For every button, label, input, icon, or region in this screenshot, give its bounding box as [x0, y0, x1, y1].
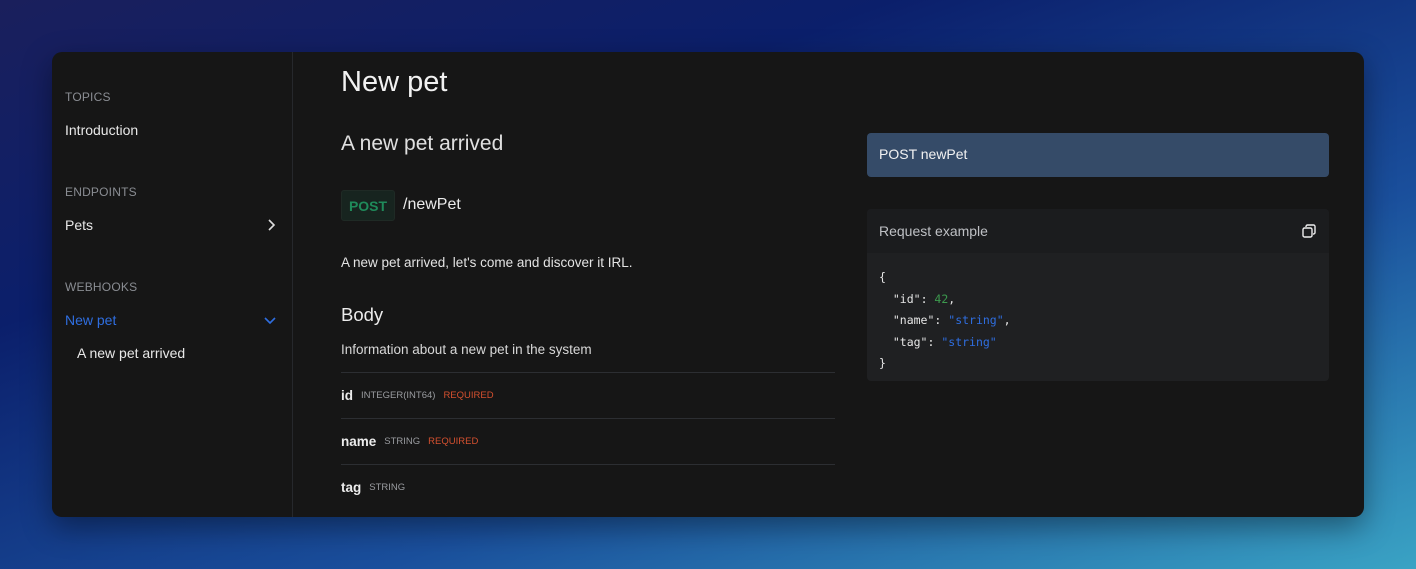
sidebar-item-pets[interactable]: Pets	[65, 217, 276, 233]
code-block: { "id": 42, "name": "string", "tag": "st…	[879, 270, 1011, 370]
sidebar-item-label: Pets	[65, 217, 94, 233]
code-brace: }	[879, 356, 886, 370]
docs-window: TOPICS Introduction ENDPOINTS Pets WEBHO…	[52, 52, 1364, 517]
field-type: INTEGER(INT64)	[361, 390, 436, 401]
endpoint-summary: POST newPet	[867, 133, 1329, 177]
field-type: STRING	[384, 436, 421, 447]
field-required: REQUIRED	[443, 390, 494, 401]
field-row-id: id INTEGER(INT64) REQUIRED	[341, 372, 835, 418]
code-key: "name"	[892, 313, 935, 327]
chevron-down-icon	[264, 317, 276, 325]
field-name: id	[341, 388, 353, 403]
section-endpoints: ENDPOINTS	[65, 185, 137, 199]
sidebar-item-introduction[interactable]: Introduction	[65, 122, 276, 138]
field-name: name	[341, 434, 377, 449]
sidebar: TOPICS Introduction ENDPOINTS Pets WEBHO…	[52, 52, 293, 517]
code-string: "string"	[948, 313, 1004, 327]
sidebar-item-new-pet[interactable]: New pet	[65, 312, 276, 328]
body-heading: Body	[341, 304, 384, 325]
request-example-panel: Request example { "id": 42, "name": "str…	[867, 209, 1329, 381]
code-key: "tag"	[892, 334, 928, 349]
code-brace: {	[879, 270, 886, 284]
section-topics: TOPICS	[65, 90, 111, 104]
chevron-right-icon	[268, 219, 276, 231]
code-number: 42	[934, 291, 949, 306]
sidebar-item-a-new-pet-arrived[interactable]: A new pet arrived	[77, 345, 276, 361]
sidebar-item-label: Introduction	[65, 122, 139, 138]
code-key: "id"	[892, 291, 921, 306]
code-string: "string"	[941, 334, 997, 349]
description: A new pet arrived, let's come and discov…	[341, 255, 633, 270]
field-row-tag: tag STRING	[341, 464, 835, 510]
field-name: tag	[341, 480, 362, 495]
section-webhooks: WEBHOOKS	[65, 280, 138, 294]
method-badge: POST	[341, 190, 395, 221]
endpoint-path: /newPet	[403, 196, 461, 213]
page-title: New pet	[341, 66, 448, 98]
sidebar-item-label: New pet	[65, 312, 117, 328]
sidebar-item-label: A new pet arrived	[77, 345, 186, 361]
body-description: Information about a new pet in the syste…	[341, 342, 592, 357]
field-required: REQUIRED	[428, 436, 479, 447]
request-example-title: Request example	[879, 223, 988, 239]
webhook-subtitle: A new pet arrived	[341, 132, 504, 155]
copy-icon[interactable]	[1301, 223, 1317, 239]
field-type: STRING	[369, 482, 406, 493]
request-example-header: Request example	[867, 209, 1329, 253]
field-row-name: name STRING REQUIRED	[341, 418, 835, 464]
